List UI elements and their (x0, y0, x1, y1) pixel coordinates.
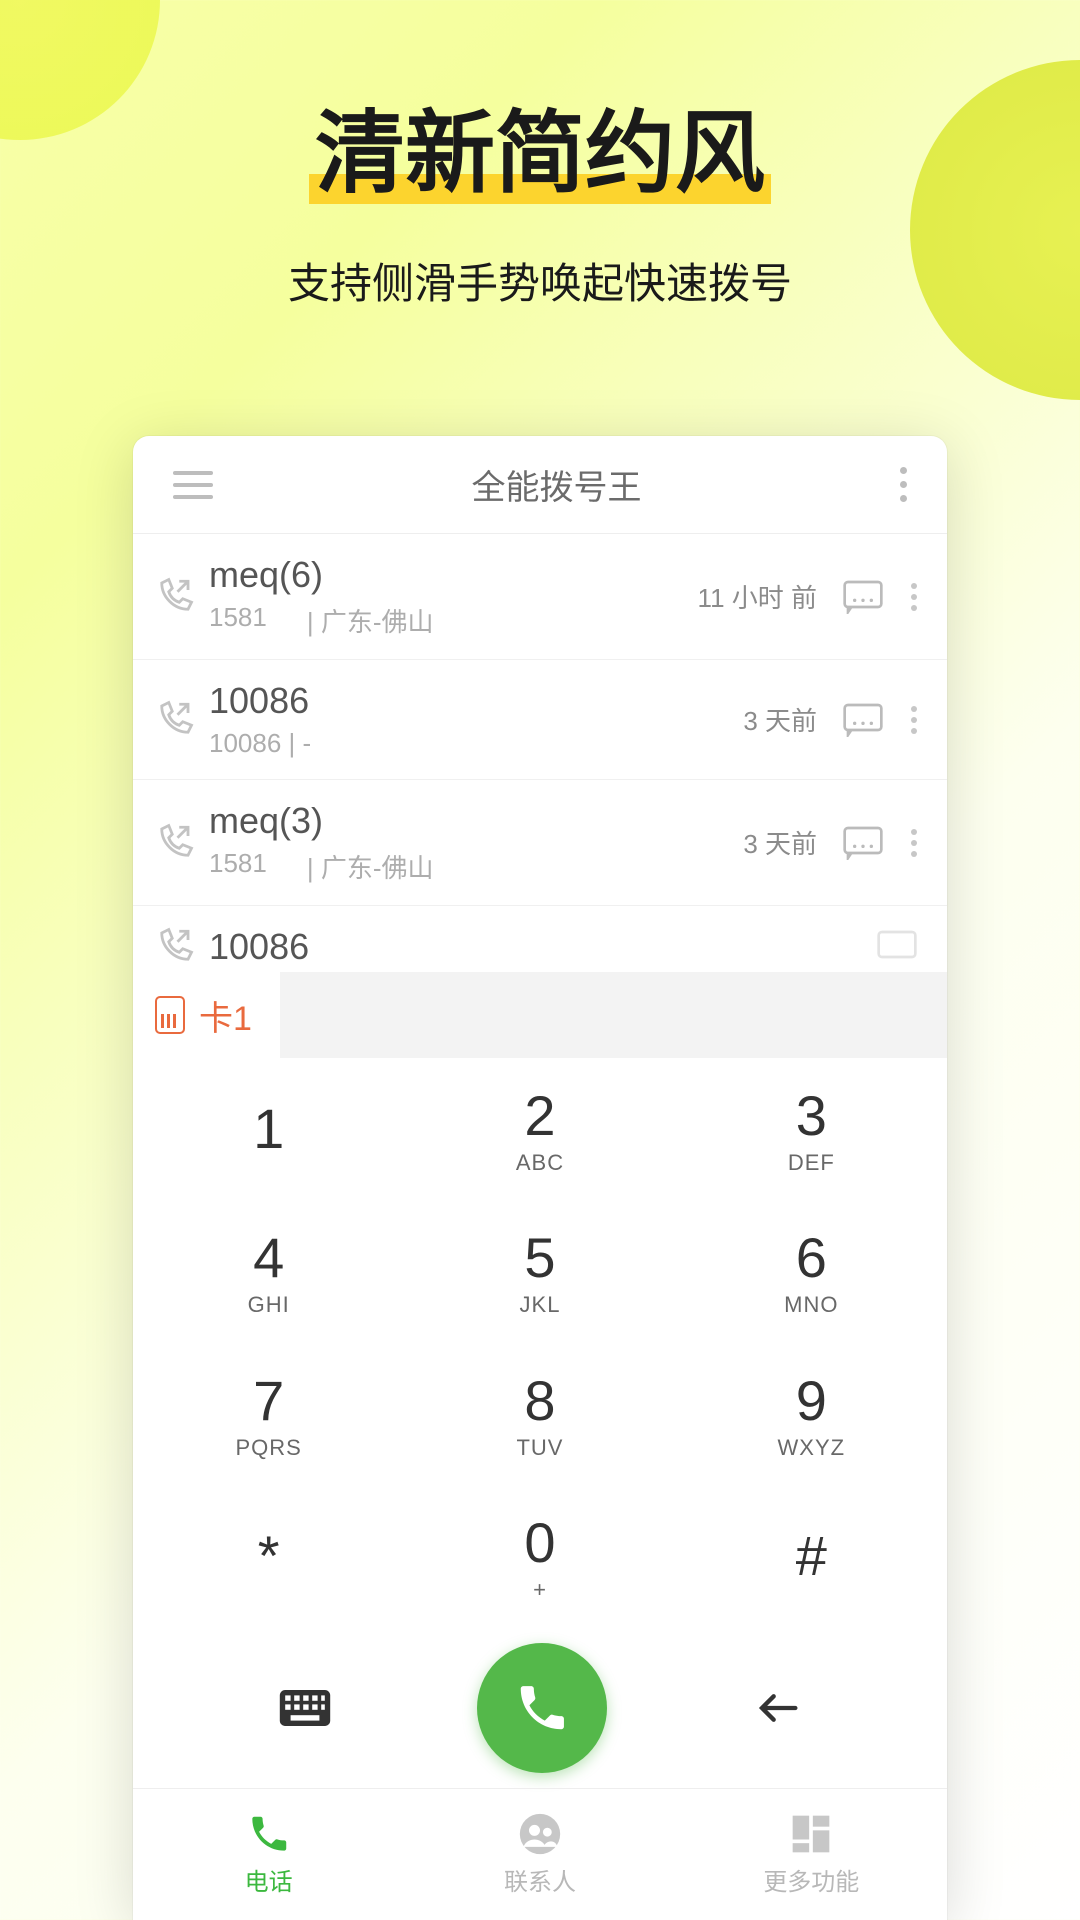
sms-icon[interactable] (843, 580, 883, 614)
grid-icon (789, 1812, 833, 1856)
call-number: 1581 (209, 848, 267, 885)
dial-action-row (133, 1628, 947, 1788)
nav-label: 更多功能 (763, 1862, 859, 1897)
sms-icon[interactable] (843, 826, 883, 860)
phone-icon (247, 1812, 291, 1856)
phone-frame: 全能拨号王 meq(6) 1581 | 广东-佛山 11 小时 前 (133, 436, 947, 1920)
contacts-icon (518, 1812, 562, 1856)
call-item[interactable]: meq(3) 1581 | 广东-佛山 3 天前 (133, 780, 947, 906)
nav-contacts[interactable]: 联系人 (404, 1789, 675, 1920)
backspace-icon[interactable] (752, 1685, 802, 1731)
menu-icon[interactable] (173, 471, 213, 499)
phone-icon (514, 1680, 570, 1736)
key-9[interactable]: 9WXYZ (676, 1343, 947, 1486)
sim-label: 卡1 (199, 991, 252, 1040)
call-name: 10086 (209, 926, 863, 968)
call-main: meq(6) 1581 | 广东-佛山 (209, 554, 684, 639)
app-title: 全能拨号王 (472, 460, 642, 509)
key-4[interactable]: 4GHI (133, 1201, 404, 1344)
sim-card-selector[interactable]: 卡1 (133, 972, 280, 1058)
item-more-icon[interactable] (911, 583, 917, 611)
hero-title: 清新简约风 (315, 80, 765, 210)
item-more-icon[interactable] (911, 706, 917, 734)
call-main: 10086 10086 | - (209, 680, 729, 759)
key-5[interactable]: 5JKL (404, 1201, 675, 1344)
key-0[interactable]: 0+ (404, 1486, 675, 1629)
call-item[interactable]: 10086 10086 | - 3 天前 (133, 660, 947, 780)
outgoing-call-icon (153, 926, 195, 968)
key-8[interactable]: 8TUV (404, 1343, 675, 1486)
call-name: 10086 (209, 680, 729, 722)
sim-icon (155, 996, 185, 1034)
key-6[interactable]: 6MNO (676, 1201, 947, 1344)
nav-more[interactable]: 更多功能 (676, 1789, 947, 1920)
outgoing-call-icon (153, 822, 195, 864)
dialpad: 1 2ABC 3DEF 4GHI 5JKL 6MNO 7PQRS 8TUV 9W… (133, 1058, 947, 1628)
call-list: meq(6) 1581 | 广东-佛山 11 小时 前 10086 10086 … (133, 534, 947, 972)
item-more-icon[interactable] (911, 829, 917, 857)
key-7[interactable]: 7PQRS (133, 1343, 404, 1486)
key-hash[interactable]: # (676, 1486, 947, 1629)
dial-button[interactable] (477, 1643, 607, 1773)
sms-icon[interactable] (877, 930, 917, 964)
call-region: | 广东-佛山 (307, 848, 434, 885)
call-main: meq(3) 1581 | 广东-佛山 (209, 800, 729, 885)
call-region: | 广东-佛山 (307, 602, 434, 639)
call-item[interactable]: meq(6) 1581 | 广东-佛山 11 小时 前 (133, 534, 947, 660)
call-item[interactable]: 10086 (133, 906, 947, 972)
call-main: 10086 (209, 926, 863, 968)
keyboard-icon[interactable] (278, 1688, 332, 1728)
sms-icon[interactable] (843, 703, 883, 737)
hero: 清新简约风 支持侧滑手势唤起快速拨号 (0, 80, 1080, 311)
call-number: 1581 (209, 602, 267, 639)
call-name: meq(6) (209, 554, 684, 596)
outgoing-call-icon (153, 699, 195, 741)
nav-label: 电话 (245, 1862, 293, 1897)
call-time: 11 小时 前 (698, 578, 817, 615)
call-number: 10086 | - (209, 728, 311, 759)
more-icon[interactable] (900, 467, 907, 502)
call-time: 3 天前 (743, 701, 817, 738)
key-2[interactable]: 2ABC (404, 1058, 675, 1201)
bottom-nav: 电话 联系人 更多功能 (133, 1788, 947, 1920)
nav-phone[interactable]: 电话 (133, 1789, 404, 1920)
app-header: 全能拨号王 (133, 436, 947, 534)
outgoing-call-icon (153, 576, 195, 618)
key-3[interactable]: 3DEF (676, 1058, 947, 1201)
key-1[interactable]: 1 (133, 1058, 404, 1201)
call-name: meq(3) (209, 800, 729, 842)
sim-bar: 卡1 (133, 972, 947, 1058)
key-star[interactable]: * (133, 1486, 404, 1629)
call-time: 3 天前 (743, 824, 817, 861)
nav-label: 联系人 (504, 1862, 576, 1897)
hero-subtitle: 支持侧滑手势唤起快速拨号 (0, 250, 1080, 311)
